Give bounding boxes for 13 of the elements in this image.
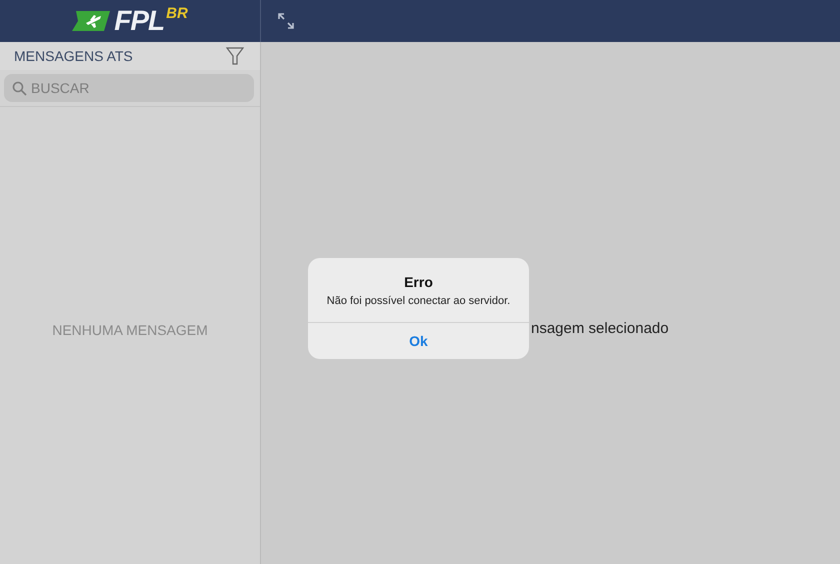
- logo-suffix: BR: [166, 5, 188, 22]
- logo-plane-icon: [72, 9, 112, 33]
- logo-text: FPL: [114, 7, 164, 35]
- empty-message: NENHUMA MENSAGEM: [52, 322, 208, 338]
- ok-button[interactable]: Ok: [308, 323, 529, 359]
- filter-icon[interactable]: [226, 47, 244, 65]
- expand-icon[interactable]: [277, 12, 295, 30]
- alert-title: Erro: [404, 274, 433, 290]
- detail-placeholder-text: nsagem selecionado: [531, 320, 669, 337]
- search-field[interactable]: BUSCAR: [4, 74, 254, 102]
- panel-title: MENSAGENS ATS: [14, 48, 133, 64]
- search-icon: [12, 81, 27, 96]
- alert-message: Não foi possível conectar ao servidor.: [326, 295, 510, 307]
